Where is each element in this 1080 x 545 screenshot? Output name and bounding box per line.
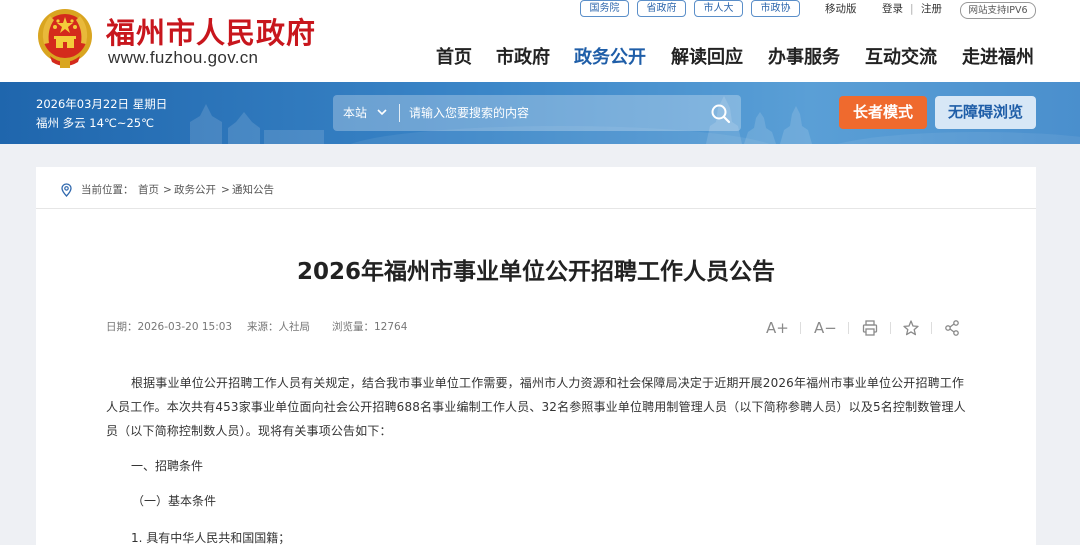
list-item: 1. 具有中华人民共和国国籍； bbox=[131, 531, 291, 545]
current-date: 2026年03月22日 星期日 bbox=[36, 97, 168, 111]
banner: 2026年03月22日 星期日 福州 多云 14℃~25℃ 本站 长者模式 无障… bbox=[0, 82, 1080, 144]
location-icon bbox=[61, 183, 72, 197]
divider bbox=[36, 208, 1036, 209]
login-link[interactable]: 登录 bbox=[882, 1, 903, 17]
breadcrumb-separator: > bbox=[163, 184, 172, 196]
article-content: 根据事业单位公开招聘工作人员有关规定，结合我市事业单位工作需要，福州市人力资源和… bbox=[106, 371, 966, 443]
top-link-shirenda[interactable]: 市人大 bbox=[694, 0, 743, 17]
ipv6-badge: 网站支持IPV6 bbox=[960, 2, 1036, 19]
nav-home[interactable]: 首页 bbox=[436, 46, 472, 70]
link-separator: | bbox=[910, 3, 914, 15]
top-link-shizhengxie[interactable]: 市政协 bbox=[751, 0, 800, 17]
search-box: 本站 bbox=[333, 95, 741, 131]
weather-info: 福州 多云 14℃~25℃ bbox=[36, 116, 155, 130]
site-header: 福州市人民政府 www.fuzhou.gov.cn 国务院 省政府 市人大 市政… bbox=[0, 0, 1080, 82]
section-heading: 一、招聘条件 bbox=[131, 459, 204, 473]
tool-separator bbox=[848, 322, 849, 334]
site-domain: www.fuzhou.gov.cn bbox=[108, 48, 259, 67]
search-icon[interactable] bbox=[709, 102, 733, 124]
publish-date: 日期：2026-03-20 15:03 bbox=[106, 321, 233, 333]
font-increase-button[interactable]: A+ bbox=[766, 319, 789, 337]
nav-interaction[interactable]: 互动交流 bbox=[865, 46, 937, 70]
article-source: 来源：人社局 bbox=[247, 321, 310, 333]
tool-separator bbox=[890, 322, 891, 334]
print-icon[interactable] bbox=[862, 319, 878, 337]
chevron-down-icon[interactable] bbox=[376, 104, 388, 120]
article-paragraph: 根据事业单位公开招聘工作人员有关规定，结合我市事业单位工作需要，福州市人力资源和… bbox=[106, 376, 966, 438]
share-icon[interactable] bbox=[944, 319, 960, 337]
breadcrumb-home[interactable]: 首页 bbox=[138, 183, 159, 197]
tool-separator bbox=[800, 322, 801, 334]
tool-separator bbox=[931, 322, 932, 334]
top-link-shengzhengfu[interactable]: 省政府 bbox=[637, 0, 686, 17]
breadcrumb-open-government[interactable]: 政务公开 bbox=[174, 183, 216, 197]
accessibility-button[interactable]: 无障碍浏览 bbox=[935, 96, 1036, 129]
font-decrease-button[interactable]: A− bbox=[814, 319, 837, 337]
mobile-version-link[interactable]: 移动版 bbox=[825, 1, 857, 17]
nav-open-government[interactable]: 政务公开 bbox=[574, 46, 646, 70]
breadcrumb-separator: > bbox=[221, 184, 230, 196]
view-count: 浏览量：12764 bbox=[332, 321, 408, 333]
star-icon[interactable] bbox=[903, 319, 919, 337]
top-link-guowuyuan[interactable]: 国务院 bbox=[580, 0, 629, 17]
subsection-heading: （一）基本条件 bbox=[132, 494, 217, 508]
nav-interpretation[interactable]: 解读回应 bbox=[671, 46, 743, 70]
search-scope-select[interactable]: 本站 bbox=[343, 104, 367, 121]
register-link[interactable]: 注册 bbox=[921, 1, 942, 17]
nav-services[interactable]: 办事服务 bbox=[768, 46, 840, 70]
search-divider bbox=[399, 104, 400, 122]
search-input[interactable] bbox=[409, 101, 689, 125]
article-card: 当前位置： 首页 > 政务公开 > 通知公告 2026年福州市事业单位公开招聘工… bbox=[36, 167, 1036, 545]
breadcrumb-notices[interactable]: 通知公告 bbox=[232, 183, 274, 197]
nav-about-fuzhou[interactable]: 走进福州 bbox=[962, 46, 1034, 70]
nav-government[interactable]: 市政府 bbox=[496, 46, 550, 70]
article-title: 2026年福州市事业单位公开招聘工作人员公告 bbox=[296, 259, 775, 285]
breadcrumb-prefix: 当前位置： bbox=[81, 184, 134, 196]
national-emblem-icon bbox=[38, 9, 92, 68]
elder-mode-button[interactable]: 长者模式 bbox=[839, 96, 927, 129]
site-name[interactable]: 福州市人民政府 bbox=[106, 10, 316, 52]
